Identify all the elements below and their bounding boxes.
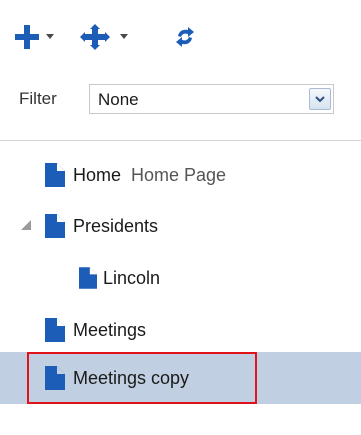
filter-select[interactable]: None bbox=[89, 84, 334, 114]
tree-node-description: Home Page bbox=[131, 164, 227, 185]
tree-node-label: Meetings copy bbox=[73, 367, 190, 388]
page-icon bbox=[45, 214, 65, 238]
chevron-down-icon bbox=[120, 34, 128, 39]
move-icon bbox=[80, 24, 110, 50]
chevron-down-icon bbox=[315, 95, 325, 102]
divider bbox=[0, 140, 361, 141]
filter-label: Filter bbox=[19, 89, 57, 108]
filter-selected-value: None bbox=[98, 90, 139, 109]
dropdown-button[interactable] bbox=[309, 88, 331, 110]
toolbar bbox=[14, 24, 198, 50]
filter-row: Filter None bbox=[19, 84, 334, 114]
tree-node-meetings[interactable]: Meetings bbox=[0, 304, 361, 356]
move-menu-button[interactable] bbox=[80, 24, 146, 50]
page-icon bbox=[45, 318, 65, 342]
tree-node-label: Presidents bbox=[73, 215, 159, 236]
page-icon bbox=[79, 267, 97, 289]
tree-node-presidents[interactable]: Presidents bbox=[0, 200, 361, 252]
add-icon bbox=[15, 25, 39, 49]
refresh-button[interactable] bbox=[174, 24, 198, 50]
tree-node-lincoln[interactable]: Lincoln bbox=[0, 252, 361, 304]
tree-node-label: Home bbox=[73, 164, 122, 185]
page-icon bbox=[45, 366, 65, 390]
collapse-triangle-icon[interactable] bbox=[21, 220, 31, 230]
tree-node-home[interactable]: Home Home Page bbox=[0, 149, 361, 201]
tree-node-label: Meetings bbox=[73, 319, 147, 340]
add-menu-button[interactable] bbox=[14, 24, 64, 50]
tree-node-label: Lincoln bbox=[103, 267, 161, 288]
tree-node-meetings-copy[interactable]: Meetings copy bbox=[0, 352, 361, 404]
chevron-down-icon bbox=[46, 34, 54, 39]
refresh-icon bbox=[176, 27, 194, 47]
page-icon bbox=[45, 163, 65, 187]
